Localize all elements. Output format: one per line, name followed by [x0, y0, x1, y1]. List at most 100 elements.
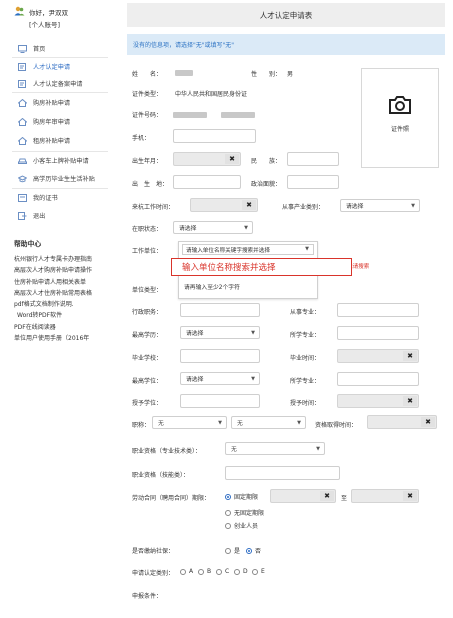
- clear-icon[interactable]: ✖: [242, 200, 256, 210]
- education-label: 最高学历：: [132, 332, 163, 339]
- social-yes-radio[interactable]: 是: [225, 546, 240, 555]
- radio-dot[interactable]: [246, 547, 252, 554]
- help-link[interactable]: 杭州银行人才专属卡办理指南: [14, 254, 114, 265]
- birthplace-input[interactable]: [173, 175, 241, 189]
- sidebar-item-label: 首页: [33, 46, 46, 53]
- clear-icon[interactable]: ✖: [320, 491, 334, 501]
- qual-skill-input[interactable]: [225, 466, 340, 480]
- category-a-radio[interactable]: A: [180, 568, 193, 575]
- photo-upload[interactable]: 证件照: [361, 68, 439, 168]
- birth-date-input[interactable]: ✖: [173, 152, 241, 166]
- house-icon: [18, 117, 27, 126]
- contract-fixed-radio[interactable]: 固定期限: [225, 492, 258, 501]
- radio-dot[interactable]: [252, 568, 258, 575]
- sidebar-item-talent-application[interactable]: 人才认定申请: [0, 59, 108, 74]
- nav-divider: [12, 92, 108, 93]
- birthplace-label: 出 生 地：: [132, 181, 169, 188]
- help-link[interactable]: 单位用户使用手册（2016年: [14, 333, 114, 344]
- radio-dot[interactable]: [180, 568, 186, 575]
- clear-icon[interactable]: ✖: [403, 396, 417, 406]
- sidebar-item-housing-purchase[interactable]: 购房补贴申请: [0, 95, 108, 110]
- clear-icon[interactable]: ✖: [421, 417, 435, 427]
- clear-icon[interactable]: ✖: [403, 491, 417, 501]
- study-major2-input[interactable]: [337, 372, 419, 386]
- contract-end-input[interactable]: ✖: [351, 489, 419, 503]
- study-major-input[interactable]: [337, 326, 419, 340]
- phone-input[interactable]: [173, 129, 256, 143]
- contract-startup-radio[interactable]: 创业人员: [225, 521, 258, 530]
- gender-label: 性 别：: [251, 71, 282, 78]
- exit-icon: [18, 211, 27, 220]
- birth-date-label: 出生年月：: [132, 158, 163, 165]
- contract-start-input[interactable]: ✖: [270, 489, 336, 503]
- qual-prof-select[interactable]: 无 ▼: [225, 442, 325, 455]
- contract-open-radio[interactable]: 无固定期限: [225, 508, 264, 517]
- help-link[interactable]: pdf格式文档制作说明.: [14, 299, 114, 310]
- grad-time-label: 毕业时间：: [290, 355, 321, 362]
- help-link[interactable]: 高层次人才购房补贴申请操作: [14, 265, 114, 276]
- radio-dot[interactable]: [234, 568, 240, 575]
- help-center: 帮助中心 杭州银行人才专属卡办理指南 高层次人才购房补贴申请操作 住房补贴申请人…: [14, 238, 114, 344]
- radio-dot[interactable]: [225, 547, 231, 554]
- radio-dot[interactable]: [225, 509, 231, 516]
- nav-divider: [12, 57, 108, 58]
- gender-value: 男: [287, 71, 294, 78]
- sidebar-item-my-certificates[interactable]: 我的证书: [0, 190, 108, 205]
- title-time-input[interactable]: ✖: [367, 415, 437, 429]
- major-input[interactable]: [337, 303, 419, 317]
- nav-divider: [12, 151, 108, 152]
- education-select-value: 请选择: [186, 331, 204, 337]
- arrive-time-input[interactable]: ✖: [190, 198, 258, 212]
- sidebar-item-home[interactable]: 首页: [0, 41, 108, 56]
- industry-select[interactable]: 请选择 ▼: [340, 199, 420, 212]
- sidebar-item-car-plate-subsidy[interactable]: 小客车上牌补贴申请: [0, 153, 108, 168]
- political-input[interactable]: [287, 175, 339, 189]
- grad-time-input[interactable]: ✖: [337, 349, 419, 363]
- category-c-radio[interactable]: C: [216, 568, 229, 575]
- ethnic-input[interactable]: [287, 152, 339, 166]
- admin-post-input[interactable]: [180, 303, 260, 317]
- category-d-radio[interactable]: D: [234, 568, 248, 575]
- status-label: 在职状态：: [132, 226, 163, 233]
- radio-dot[interactable]: [216, 568, 222, 575]
- title-select-2[interactable]: 无 ▼: [231, 416, 306, 429]
- category-b-radio[interactable]: B: [198, 568, 211, 575]
- help-link[interactable]: 住房补贴申请人用相关表单: [14, 277, 114, 288]
- social-label: 是否缴纳社保：: [132, 548, 175, 555]
- employer-label: 工作单位：: [132, 248, 163, 255]
- study-major2-label: 所学专业：: [290, 378, 321, 385]
- sidebar-item-talent-filing[interactable]: 人才认定备案申请: [0, 76, 108, 91]
- page-title: 人才认定申请表: [259, 10, 313, 20]
- id-number-label: 证件号码：: [132, 112, 163, 119]
- qual-prof-select-value: 无: [231, 447, 237, 453]
- radio-dot[interactable]: [198, 568, 204, 575]
- help-link[interactable]: 高层次人才住房补贴常用表格: [14, 288, 114, 299]
- education-select[interactable]: 请选择 ▼: [180, 326, 260, 339]
- grad-school-input[interactable]: [180, 349, 260, 363]
- clear-icon[interactable]: ✖: [403, 351, 417, 361]
- sidebar-item-label: 我的证书: [33, 195, 58, 202]
- sidebar-item-rent-subsidy[interactable]: 租房补贴申请: [0, 133, 108, 148]
- account-link[interactable]: [个人账号]: [29, 19, 60, 29]
- help-link[interactable]: PDF在线阅读器: [14, 322, 114, 333]
- ethnic-label: 民 族：: [251, 158, 282, 165]
- category-e-radio[interactable]: E: [252, 568, 265, 575]
- degree-school-input[interactable]: [180, 394, 260, 408]
- sidebar-item-logout[interactable]: 退出: [0, 208, 108, 223]
- chevron-down-icon: ▼: [411, 203, 415, 209]
- arrive-time-label: 来杭工作时间：: [132, 204, 175, 211]
- help-link[interactable]: Word转PDF软件: [14, 310, 114, 321]
- sidebar-item-housing-annual-review[interactable]: 购房年审申请: [0, 114, 108, 129]
- title-select-1[interactable]: 无 ▼: [152, 416, 227, 429]
- degree-time-input[interactable]: ✖: [337, 394, 419, 408]
- status-select[interactable]: 请选择 ▼: [173, 221, 253, 234]
- sidebar-item-graduate-subsidy[interactable]: 高学历毕业生生活补贴: [0, 171, 108, 186]
- clear-icon[interactable]: ✖: [225, 154, 239, 164]
- employer-search-input[interactable]: 请输入单位名称关键字搜索并选择 ▼: [182, 244, 314, 255]
- radio-label: 创业人员: [234, 523, 259, 530]
- radio-dot[interactable]: [225, 493, 231, 500]
- top-degree-select[interactable]: 请选择 ▼: [180, 372, 260, 385]
- social-no-radio[interactable]: 否: [246, 546, 261, 555]
- phone-label: 手机：: [132, 135, 151, 142]
- radio-dot[interactable]: [225, 522, 231, 529]
